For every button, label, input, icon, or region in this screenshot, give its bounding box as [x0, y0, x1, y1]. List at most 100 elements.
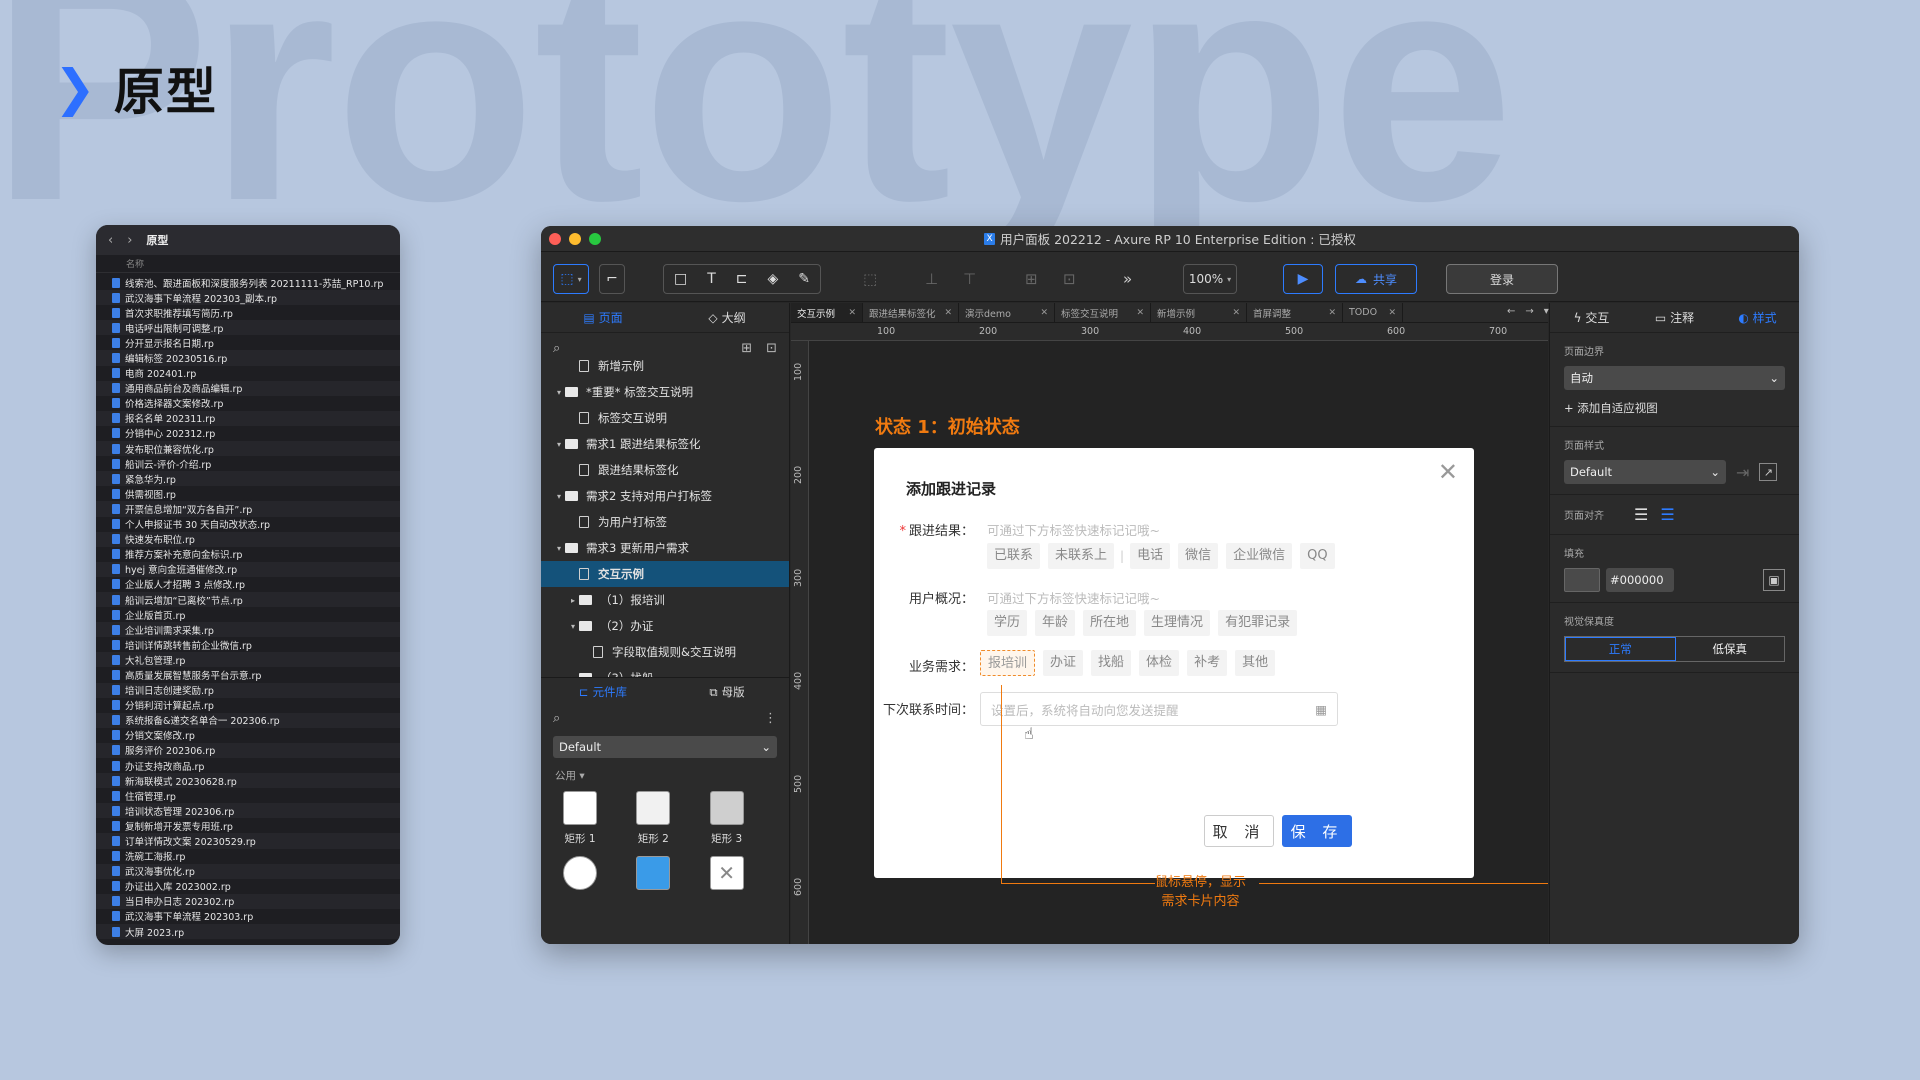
tab-close-icon[interactable]: ✕: [1328, 308, 1336, 318]
page-style-select[interactable]: Default ⌄: [1564, 460, 1726, 484]
file-row[interactable]: 住宿管理.rp: [96, 788, 400, 803]
library-group[interactable]: 公用 ▾: [541, 764, 789, 787]
widget-ellipse[interactable]: [555, 856, 628, 890]
doc-tab[interactable]: 标签交互说明 ✕: [1055, 303, 1151, 322]
library-menu-icon[interactable]: ⋮: [764, 711, 777, 726]
tag-chip[interactable]: 找船: [1091, 650, 1132, 676]
login-button[interactable]: 登录: [1446, 264, 1558, 294]
fidelity-low-button[interactable]: 低保真: [1676, 637, 1785, 661]
widget-image[interactable]: [628, 856, 701, 890]
tag-chip[interactable]: 年龄: [1035, 610, 1076, 636]
layers-icon[interactable]: ◈: [767, 271, 778, 287]
file-row[interactable]: 电话呼出限制可调整.rp: [96, 320, 400, 336]
library-search-icon[interactable]: ⌕: [553, 711, 560, 726]
tab-outline[interactable]: ◇ 大纲: [665, 303, 789, 332]
file-row[interactable]: 分销利润计算起点.rp: [96, 698, 400, 713]
style-apply-icon[interactable]: ⇥: [1736, 463, 1749, 482]
tree-caret-icon[interactable]: ▾: [553, 544, 565, 553]
file-row[interactable]: 大屏 2023.rp: [96, 924, 400, 940]
file-row[interactable]: 系统报备&递交名单合一 202306.rp: [96, 712, 400, 728]
tag-chip[interactable]: 体检: [1139, 650, 1180, 676]
file-row[interactable]: 大礼包管理.rp: [96, 652, 400, 668]
tree-caret-icon[interactable]: ▾: [553, 492, 565, 501]
tag-chip[interactable]: QQ: [1300, 543, 1335, 569]
file-row[interactable]: 个人申报证书 30 天自动改状态.rp: [96, 517, 400, 532]
field-icon[interactable]: ⊏: [736, 271, 748, 287]
file-row[interactable]: 编辑标签 20230516.rp: [96, 350, 400, 366]
tag-chip[interactable]: 电话: [1130, 543, 1171, 569]
tree-caret-icon[interactable]: ▸: [567, 596, 579, 605]
file-row[interactable]: 分销中心 202312.rp: [96, 426, 400, 441]
save-button[interactable]: 保 存: [1282, 815, 1352, 847]
tree-page[interactable]: 新增示例: [541, 353, 789, 379]
align-left-icon[interactable]: ☰: [1634, 505, 1648, 524]
tab-masters[interactable]: ⧉ 母版: [665, 678, 789, 706]
forward-icon[interactable]: ›: [127, 233, 132, 248]
back-icon[interactable]: ‹: [108, 233, 113, 248]
file-row[interactable]: 培训日志创建奖励.rp: [96, 682, 400, 698]
tree-page[interactable]: 为用户打标签: [541, 509, 789, 535]
file-row[interactable]: 武汉海事优化.rp: [96, 863, 400, 879]
tag-chip[interactable]: 所在地: [1083, 610, 1137, 636]
file-row[interactable]: 报名名单 202311.rp: [96, 410, 400, 426]
doc-tab[interactable]: 跟进结果标签化 ✕: [863, 303, 959, 322]
file-row[interactable]: 通用商品前台及商品编辑.rp: [96, 380, 400, 396]
doc-tab[interactable]: TODO ✕: [1343, 303, 1403, 322]
tag-chip[interactable]: 已联系: [987, 543, 1041, 569]
tag-chip[interactable]: 报培训: [980, 650, 1036, 676]
tag-chip[interactable]: 生理情况: [1144, 610, 1211, 636]
widget-placeholder[interactable]: ✕: [702, 856, 775, 890]
search-icon[interactable]: ⌕: [553, 341, 560, 356]
insert-tools-group[interactable]: □ T ⊏ ◈ ✎: [663, 264, 821, 294]
tree-folder[interactable]: ▾ 需求2 支持对用户打标签: [541, 483, 789, 509]
tab-pages[interactable]: ▤ 页面: [541, 303, 665, 332]
align-center-icon[interactable]: ☰: [1660, 505, 1674, 524]
tag-chip[interactable]: 其他: [1235, 650, 1276, 676]
tag-chip[interactable]: 企业微信: [1226, 543, 1293, 569]
tab-interactions[interactable]: ϟ 交互: [1550, 309, 1633, 326]
tab-next-icon[interactable]: →: [1525, 306, 1533, 317]
tree-page[interactable]: 跟进结果标签化: [541, 457, 789, 483]
file-row[interactable]: 供需视图.rp: [96, 486, 400, 501]
file-row[interactable]: 船训云-评价-介绍.rp: [96, 456, 400, 471]
tag-chip[interactable]: 办证: [1043, 650, 1084, 676]
widget-rectangle-2[interactable]: 矩形 2: [628, 791, 701, 846]
file-row[interactable]: 快速发布职位.rp: [96, 531, 400, 547]
tree-folder[interactable]: ▾ 需求3 更新用户需求: [541, 535, 789, 561]
align-top-icon[interactable]: ⊤: [963, 270, 976, 288]
doc-tab[interactable]: 首屏调整 ✕: [1247, 303, 1343, 322]
result-hint[interactable]: 可通过下方标签快速标记记哦~: [987, 520, 1160, 539]
doc-tab[interactable]: 新增示例 ✕: [1151, 303, 1247, 322]
preview-button[interactable]: ▶: [1283, 264, 1323, 294]
file-row[interactable]: 武汉海事下单流程 202303.rp: [96, 909, 400, 924]
tag-chip[interactable]: 补考: [1187, 650, 1228, 676]
minimize-window-icon[interactable]: [569, 233, 581, 245]
tree-folder[interactable]: ▸ （1）报培训: [541, 587, 789, 613]
file-row[interactable]: 分销文案修改.rp: [96, 728, 400, 743]
file-row[interactable]: 发布职位兼容优化.rp: [96, 441, 400, 457]
tab-close-icon[interactable]: ✕: [848, 308, 856, 318]
tab-prev-icon[interactable]: ←: [1507, 306, 1515, 317]
finder-column-header[interactable]: 名称: [96, 255, 400, 273]
tree-caret-icon[interactable]: ▸: [567, 674, 579, 678]
tree-page[interactable]: 交互示例: [541, 561, 789, 587]
widget-rectangle-3[interactable]: 矩形 3: [702, 791, 775, 846]
design-canvas[interactable]: 状态 1：初始状态 添加跟进记录 ✕ * 跟进结果： 可通过下方标签快速标记记哦~…: [809, 341, 1548, 944]
tree-folder[interactable]: ▾ （2）办证: [541, 613, 789, 639]
connector-tool-button[interactable]: ⌐: [599, 264, 625, 294]
file-row[interactable]: 紧急华为.rp: [96, 471, 400, 487]
tag-chip[interactable]: 未联系上: [1048, 543, 1115, 569]
fidelity-normal-button[interactable]: 正常: [1565, 637, 1676, 661]
file-row[interactable]: 订单详情改文案 20230529.rp: [96, 833, 400, 849]
tab-style[interactable]: ◐ 样式: [1716, 309, 1799, 326]
tree-caret-icon[interactable]: ▾: [567, 622, 579, 631]
file-row[interactable]: 企业培训需求采集.rp: [96, 622, 400, 638]
tree-caret-icon[interactable]: ▾: [553, 388, 565, 397]
file-row[interactable]: 价格选择器文案修改.rp: [96, 396, 400, 411]
pen-icon[interactable]: ✎: [798, 271, 810, 287]
select-tool-button[interactable]: ⬚ ▾: [553, 264, 589, 294]
tab-library[interactable]: ⊏ 元件库: [541, 678, 665, 706]
file-row[interactable]: 服务评价 202306.rp: [96, 742, 400, 758]
fill-hex-input[interactable]: #000000: [1606, 568, 1674, 592]
tree-folder[interactable]: ▸ （3）找船: [541, 665, 789, 677]
